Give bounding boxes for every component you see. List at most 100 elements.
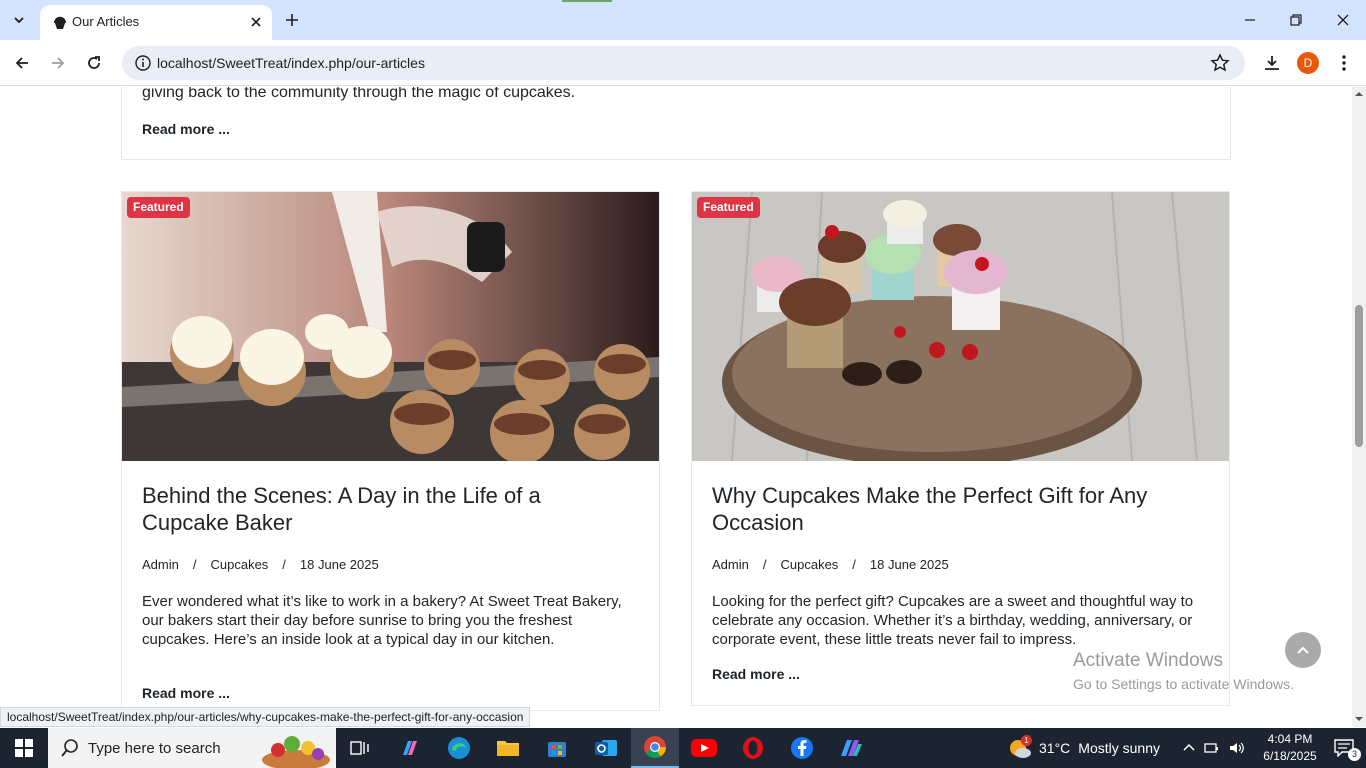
taskbar-outlook[interactable] bbox=[582, 728, 630, 768]
new-tab-button[interactable] bbox=[280, 8, 304, 32]
taskbar-m365[interactable] bbox=[827, 728, 875, 768]
taskbar-facebook[interactable] bbox=[778, 728, 826, 768]
copilot-icon bbox=[403, 741, 417, 755]
featured-badge: Featured bbox=[127, 197, 190, 218]
restore-button[interactable] bbox=[1284, 8, 1308, 32]
tab-our-articles[interactable]: Our Articles bbox=[40, 5, 272, 40]
chrome-icon bbox=[644, 736, 666, 758]
taskbar-edge[interactable] bbox=[435, 728, 483, 768]
status-bar-url: localhost/SweetTreat/index.php/our-artic… bbox=[0, 707, 531, 727]
weather-widget[interactable]: 1 31°C Mostly sunny bbox=[1008, 728, 1160, 768]
article-category[interactable]: Cupcakes bbox=[210, 557, 268, 572]
previous-article-card: giving back to the community through the… bbox=[121, 87, 1231, 160]
taskbar-search-box[interactable]: Type here to search bbox=[48, 728, 336, 768]
article-category[interactable]: Cupcakes bbox=[780, 557, 838, 572]
read-more-link[interactable]: Read more ... bbox=[142, 685, 230, 701]
tab-strip: Our Articles bbox=[0, 0, 1366, 40]
download-icon bbox=[1265, 56, 1279, 70]
start-button[interactable] bbox=[0, 728, 48, 768]
previous-article-excerpt: giving back to the community through the… bbox=[142, 87, 576, 101]
page-scrollbar[interactable] bbox=[1352, 87, 1366, 727]
close-icon bbox=[251, 17, 261, 27]
info-icon[interactable] bbox=[134, 54, 152, 72]
cupcakes-photo-illustration bbox=[692, 192, 1229, 461]
back-button[interactable] bbox=[10, 51, 34, 75]
plus-icon bbox=[286, 14, 298, 26]
chevron-up-icon[interactable] bbox=[1181, 740, 1197, 756]
system-clock[interactable]: 4:04 PM 6/18/2025 bbox=[1258, 731, 1322, 765]
search-placeholder: Type here to search bbox=[88, 740, 221, 757]
watermark-title: Activate Windows bbox=[1073, 650, 1223, 671]
url-text[interactable]: localhost/SweetTreat/index.php/our-artic… bbox=[157, 55, 425, 71]
reload-icon bbox=[88, 56, 100, 69]
volume-icon[interactable] bbox=[1228, 740, 1244, 756]
windows-taskbar: Type here to search 1 31°C Mostly sunny … bbox=[0, 728, 1366, 768]
article-meta: Admin / Cupcakes / 18 June 2025 bbox=[712, 557, 949, 572]
weather-condition: Mostly sunny bbox=[1078, 740, 1160, 756]
article-title[interactable]: Why Cupcakes Make the Perfect Gift for A… bbox=[712, 482, 1202, 536]
tab-close-button[interactable] bbox=[246, 12, 266, 32]
bookmark-star-icon[interactable] bbox=[1210, 53, 1230, 73]
taskbar-youtube[interactable] bbox=[680, 728, 728, 768]
reload-button[interactable] bbox=[82, 51, 106, 75]
close-icon bbox=[1337, 14, 1349, 26]
featured-badge: Featured bbox=[697, 197, 760, 218]
arrow-left-icon bbox=[15, 57, 28, 69]
read-more-link[interactable]: Read more ... bbox=[712, 666, 800, 682]
minimize-button[interactable] bbox=[1238, 8, 1262, 32]
scroll-down-arrow-icon[interactable] bbox=[1355, 715, 1363, 723]
read-more-link[interactable]: Read more ... bbox=[142, 121, 230, 137]
forward-button[interactable] bbox=[46, 51, 70, 75]
browser-toolbar: localhost/SweetTreat/index.php/our-artic… bbox=[0, 40, 1366, 86]
task-view-button[interactable] bbox=[336, 728, 384, 768]
m365-icon bbox=[841, 740, 862, 756]
restore-icon bbox=[1290, 14, 1302, 26]
network-icon[interactable] bbox=[1204, 740, 1220, 756]
fruit-basket-search-highlight-icon bbox=[262, 736, 330, 768]
taskbar-store[interactable] bbox=[533, 728, 581, 768]
menu-button[interactable] bbox=[1332, 51, 1356, 75]
article-card: Featured Why Cupcakes Make the Perfect G… bbox=[691, 191, 1230, 706]
meta-separator: / bbox=[192, 557, 197, 572]
edge-icon bbox=[448, 737, 470, 759]
article-card: Featured Behind the Scenes: A Day in the… bbox=[121, 191, 660, 711]
minimize-icon bbox=[1245, 19, 1255, 21]
task-view-icon bbox=[350, 741, 369, 755]
article-image-cupcakes[interactable]: Featured bbox=[692, 192, 1229, 461]
notification-count-badge: 3 bbox=[1348, 748, 1361, 761]
scroll-up-arrow-icon[interactable] bbox=[1355, 90, 1363, 98]
article-date: 18 June 2025 bbox=[299, 557, 379, 572]
article-meta: Admin / Cupcakes / 18 June 2025 bbox=[142, 557, 379, 572]
clock-time: 4:04 PM bbox=[1267, 732, 1313, 746]
search-icon bbox=[61, 739, 78, 757]
baker-photo-illustration bbox=[122, 192, 659, 461]
taskbar-chrome[interactable] bbox=[631, 728, 679, 768]
close-window-button[interactable] bbox=[1331, 8, 1355, 32]
opera-icon bbox=[743, 737, 763, 759]
activate-windows-watermark: Activate Windows Go to Settings to activ… bbox=[1073, 650, 1294, 692]
tab-search-button[interactable] bbox=[6, 7, 32, 33]
article-date: 18 June 2025 bbox=[869, 557, 949, 572]
watermark-subtitle: Go to Settings to activate Windows. bbox=[1073, 676, 1294, 692]
chevron-down-icon bbox=[14, 17, 24, 24]
more-vert-icon bbox=[1342, 55, 1346, 71]
weather-temperature: 31°C bbox=[1039, 740, 1071, 756]
cupcake-favicon-icon bbox=[54, 16, 66, 29]
weather-alert-badge: 1 bbox=[1021, 735, 1032, 746]
notification-center-button[interactable]: 3 bbox=[1322, 728, 1366, 768]
windows-logo-icon bbox=[15, 739, 33, 757]
taskbar-opera[interactable] bbox=[729, 728, 777, 768]
clock-date: 6/18/2025 bbox=[1263, 749, 1317, 763]
article-author: Admin bbox=[712, 557, 749, 572]
taskbar-file-explorer[interactable] bbox=[484, 728, 532, 768]
article-image-baker[interactable]: Featured bbox=[122, 192, 659, 461]
article-excerpt: Looking for the perfect gift? Cupcakes a… bbox=[712, 593, 1194, 648]
address-bar[interactable]: localhost/SweetTreat/index.php/our-artic… bbox=[122, 46, 1245, 80]
article-excerpt: Ever wondered what it’s like to work in … bbox=[142, 593, 622, 648]
downloads-button[interactable] bbox=[1260, 51, 1284, 75]
taskbar-copilot[interactable] bbox=[386, 728, 434, 768]
scrollbar-thumb[interactable] bbox=[1355, 305, 1363, 447]
meta-separator: / bbox=[282, 557, 286, 572]
profile-avatar[interactable]: D bbox=[1297, 52, 1319, 74]
article-title[interactable]: Behind the Scenes: A Day in the Life of … bbox=[142, 482, 632, 536]
